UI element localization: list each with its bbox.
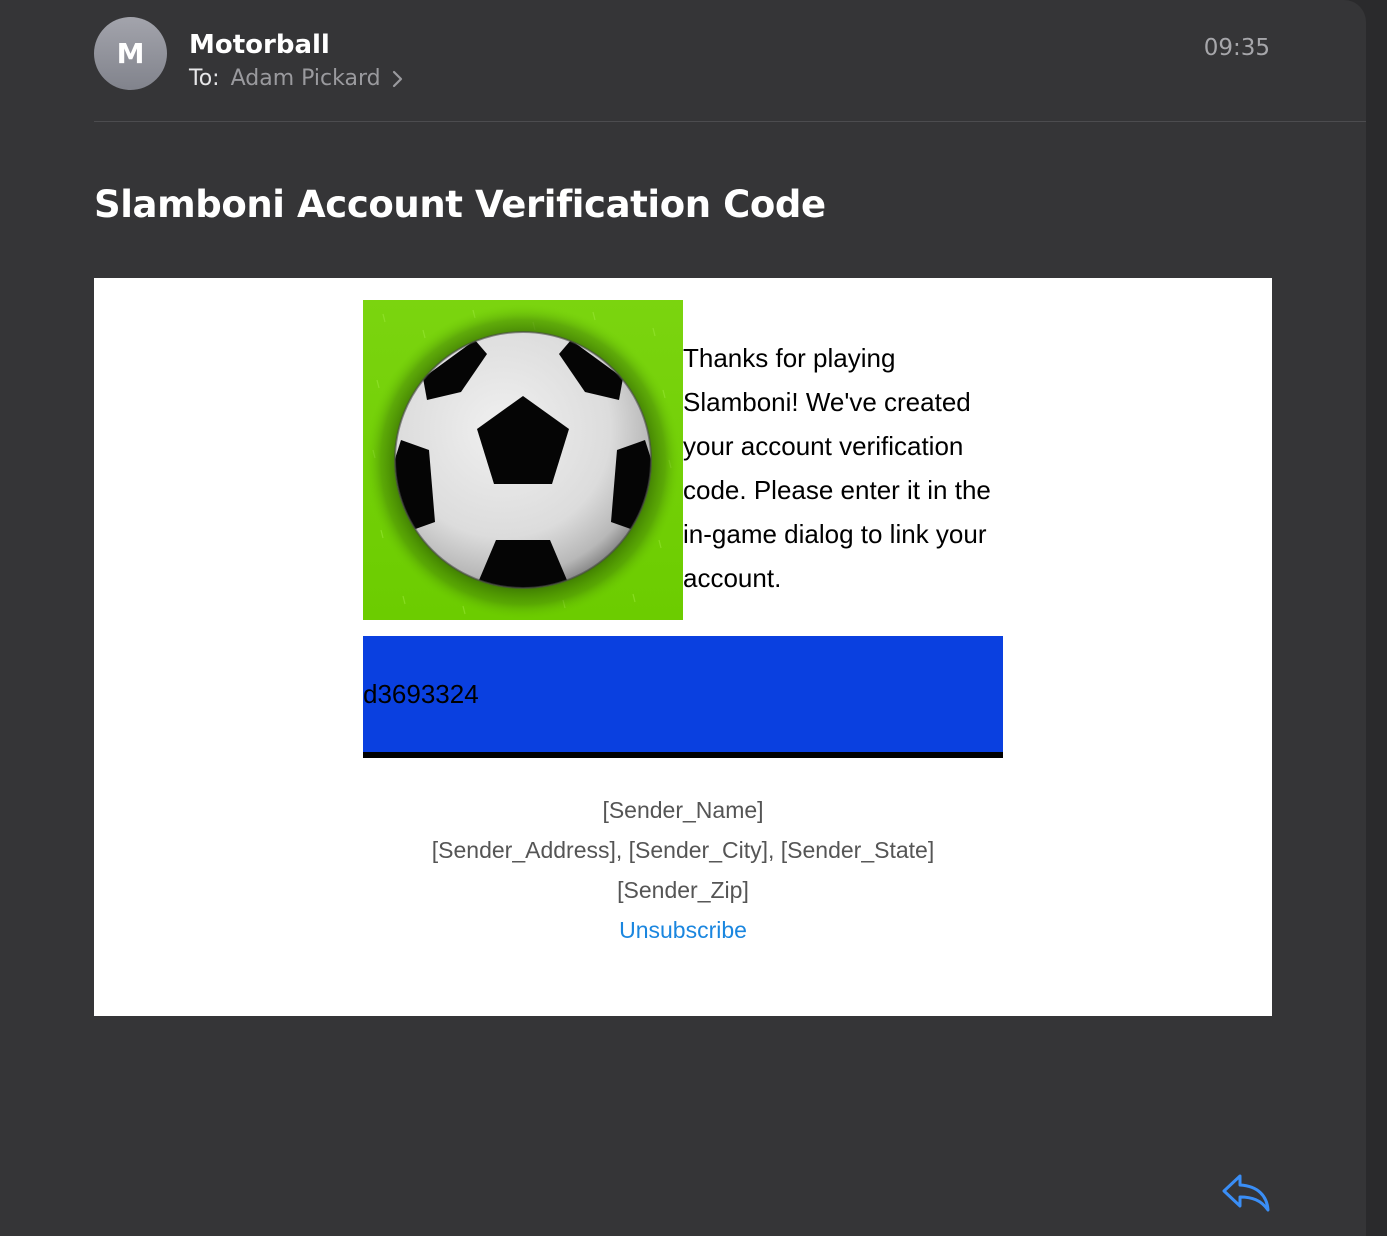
soccer-ball-image — [363, 300, 683, 620]
email-body: Thanks for playing Slamboni! We've creat… — [94, 278, 1272, 1016]
sender-avatar[interactable]: M — [94, 17, 167, 90]
header-divider — [94, 121, 1366, 122]
verification-code[interactable]: d3693324 — [363, 676, 479, 712]
footer-sender-name: [Sender_Name] — [602, 797, 764, 823]
to-label: To: — [189, 66, 220, 91]
email-subject: Slamboni Account Verification Code — [94, 183, 826, 226]
avatar-initial: M — [116, 37, 145, 70]
mail-reading-pane: M Motorball To: Adam Pickard 09:35 Slamb… — [0, 0, 1366, 1236]
recipient-line[interactable]: To: Adam Pickard — [189, 64, 404, 94]
footer-sender-zip: [Sender_Zip] — [617, 877, 749, 903]
intro-text: Thanks for playing Slamboni! We've creat… — [683, 343, 991, 593]
reply-arrow-icon[interactable] — [1218, 1168, 1274, 1218]
sender-name[interactable]: Motorball — [189, 29, 330, 61]
email-footer: [Sender_Name] [Sender_Address], [Sender_… — [94, 790, 1272, 950]
verification-code-box: d3693324 — [363, 636, 1003, 758]
footer-sender-address: [Sender_Address], [Sender_City], [Sender… — [431, 837, 935, 863]
chevron-right-icon[interactable] — [391, 70, 404, 88]
recipient-name[interactable]: Adam Pickard — [231, 64, 381, 94]
unsubscribe-link[interactable]: Unsubscribe — [619, 917, 747, 943]
received-time: 09:35 — [1203, 35, 1270, 61]
